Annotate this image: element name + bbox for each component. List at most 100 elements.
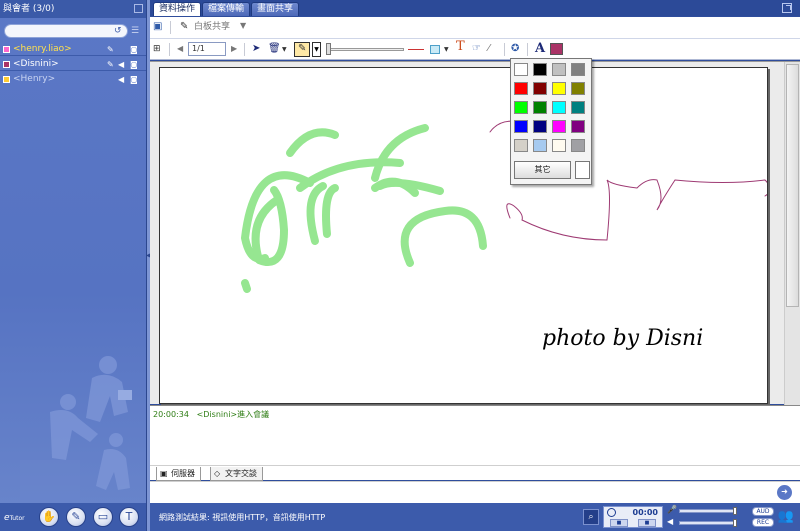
edit-icon[interactable]: ✎ bbox=[107, 43, 114, 57]
participant-search-input[interactable] bbox=[4, 24, 128, 38]
tab-file-transfer[interactable]: 檔案傳輸 bbox=[202, 2, 251, 16]
color-swatch[interactable] bbox=[533, 63, 547, 76]
participant-item[interactable]: <henry.liao> ✎ ◙ bbox=[0, 42, 146, 56]
speaker-icon[interactable]: ◀ bbox=[118, 73, 124, 87]
toolbar-separator bbox=[527, 43, 528, 56]
record-button[interactable]: ■ bbox=[610, 519, 628, 527]
current-color-button[interactable] bbox=[550, 43, 563, 55]
line-color-sample[interactable] bbox=[408, 49, 424, 50]
pen-icon[interactable]: ✎ bbox=[107, 58, 114, 72]
chat-text: <Disnini>進入會議 bbox=[196, 410, 270, 419]
people-illustration bbox=[20, 356, 132, 500]
hand-tool-icon[interactable]: ☞ bbox=[472, 43, 481, 55]
color-swatch[interactable] bbox=[514, 82, 528, 95]
more-colors-button[interactable]: 其它 bbox=[514, 161, 571, 179]
participant-name: <Henry> bbox=[13, 74, 56, 84]
color-swatch[interactable] bbox=[514, 101, 528, 114]
participant-item[interactable]: <Henry> ◀ ◙ bbox=[0, 72, 146, 86]
tab-data-operation[interactable]: 資料操作 bbox=[153, 2, 202, 16]
color-swatch[interactable] bbox=[571, 120, 585, 133]
color-swatch[interactable] bbox=[552, 82, 566, 95]
server-icon: ▣ bbox=[160, 469, 168, 478]
text-tool-icon[interactable]: T bbox=[456, 40, 465, 53]
participant-item[interactable]: <Disnini> ✎ ◀ ◙ bbox=[0, 57, 146, 71]
status-bar: 網路測試結果: 視訊使用HTTP，音訊使用HTTP ⌕ 00:00 ■ ■ 🎤 … bbox=[150, 503, 800, 531]
rec-pill[interactable]: REC bbox=[752, 518, 774, 527]
camera-icon[interactable]: ◙ bbox=[130, 43, 138, 57]
chat-time: 20:00:34 bbox=[153, 410, 189, 419]
pointer-tool-icon[interactable]: ➤ bbox=[252, 43, 260, 55]
shape-dropdown-icon[interactable]: ▼ bbox=[444, 44, 449, 56]
slider-handle[interactable] bbox=[326, 43, 331, 55]
color-swatch[interactable] bbox=[514, 63, 528, 76]
delete-dropdown-icon[interactable]: ▼ bbox=[282, 44, 287, 56]
send-button[interactable]: ➜ bbox=[777, 485, 792, 500]
next-page-icon[interactable]: ▶ bbox=[231, 43, 237, 55]
color-swatch[interactable] bbox=[571, 139, 585, 152]
pen-width-slider[interactable] bbox=[326, 48, 404, 51]
search-icon[interactable]: ⌕ bbox=[583, 509, 599, 525]
pen-icon: ✎ bbox=[298, 43, 307, 54]
delete-icon[interactable]: 🗑 bbox=[268, 43, 281, 55]
color-swatch[interactable] bbox=[514, 120, 528, 133]
color-swatch[interactable] bbox=[533, 120, 547, 133]
microphone-volume-slider[interactable] bbox=[679, 509, 737, 513]
list-menu-icon[interactable]: ☰ bbox=[131, 27, 139, 36]
color-swatch[interactable] bbox=[533, 101, 547, 114]
toolbar-separator bbox=[170, 21, 171, 34]
text-button[interactable]: T bbox=[119, 507, 139, 527]
color-swatch[interactable] bbox=[571, 82, 585, 95]
rectangle-tool-icon[interactable] bbox=[430, 45, 440, 54]
color-swatch[interactable] bbox=[571, 63, 585, 76]
tab-text-chat[interactable]: ◇ 文字交談 bbox=[210, 467, 263, 481]
maximize-icon[interactable] bbox=[782, 3, 792, 13]
pen-tool-button[interactable]: ✎ bbox=[294, 42, 310, 57]
camera-icon[interactable]: ◙ bbox=[130, 58, 138, 72]
camera-icon[interactable]: ◙ bbox=[130, 73, 138, 87]
people-icon[interactable]: 👥 bbox=[778, 509, 794, 524]
chat-input[interactable] bbox=[150, 484, 765, 502]
color-swatch[interactable] bbox=[571, 101, 585, 114]
vertical-scrollbar[interactable] bbox=[784, 62, 800, 405]
pen-dropdown-icon[interactable]: ▼ bbox=[312, 42, 321, 57]
speaker-volume-slider[interactable] bbox=[679, 521, 737, 525]
microphone-volume-knob[interactable] bbox=[733, 507, 737, 515]
text-color-icon[interactable]: A bbox=[535, 41, 545, 56]
main-area: 資料操作 檔案傳輸 畫面共享 ▣ ✎ 白板共享 ▼ ⊞ ◀ 1/1 ▶ ➤ 🗑 … bbox=[150, 0, 800, 531]
tab-screen-share[interactable]: 畫面共享 bbox=[251, 2, 300, 16]
participants-panel: 與會者 (3/0) ↺ ☰ <henry.liao> ✎ ◙ <Disnini>… bbox=[0, 0, 146, 531]
color-swatch[interactable] bbox=[533, 139, 547, 152]
screen-button[interactable]: ▭ bbox=[93, 507, 113, 527]
color-swatch[interactable] bbox=[533, 82, 547, 95]
recording-time: 00:00 bbox=[632, 508, 658, 517]
panel-gripper-icon[interactable] bbox=[134, 4, 143, 13]
panel-toggle-icon[interactable]: ▣ bbox=[153, 21, 162, 33]
dropdown-arrow-icon[interactable]: ▼ bbox=[240, 21, 246, 30]
page-number-field[interactable]: 1/1 bbox=[188, 42, 226, 56]
speaker-volume-knob[interactable] bbox=[733, 519, 737, 527]
eraser-icon[interactable]: ⁄ bbox=[488, 43, 490, 55]
color-swatch[interactable] bbox=[514, 139, 528, 152]
scrollbar-thumb[interactable] bbox=[786, 64, 799, 307]
refresh-icon[interactable]: ↺ bbox=[114, 26, 122, 36]
raise-hand-button[interactable]: ✋ bbox=[39, 507, 59, 527]
whiteboard-share-icon[interactable]: ✎ bbox=[180, 21, 188, 33]
chat-message: 20:00:34 <Disnini>進入會議 bbox=[153, 409, 269, 420]
color-swatch[interactable] bbox=[552, 63, 566, 76]
whiteboard-button[interactable]: ✎ bbox=[66, 507, 86, 527]
color-swatch[interactable] bbox=[552, 120, 566, 133]
prev-page-icon[interactable]: ◀ bbox=[177, 43, 183, 55]
speaker-icon[interactable]: ◀ bbox=[118, 58, 124, 72]
whiteboard-canvas[interactable]: photo by Disni bbox=[159, 67, 768, 404]
new-page-icon[interactable]: ⊞ bbox=[153, 43, 161, 55]
palette-icon[interactable]: ✪ bbox=[511, 43, 519, 55]
speaker-volume: ◀ bbox=[667, 517, 747, 528]
participant-name: <henry.liao> bbox=[13, 44, 72, 54]
color-swatch[interactable] bbox=[552, 101, 566, 114]
drawing-layer bbox=[241, 120, 767, 293]
stop-button[interactable]: ■ bbox=[638, 519, 656, 527]
audio-pill[interactable]: AUD bbox=[752, 507, 774, 516]
tab-server[interactable]: ▣ 伺服器 bbox=[156, 467, 201, 481]
color-swatch[interactable] bbox=[552, 139, 566, 152]
whiteboard-share-label[interactable]: 白板共享 bbox=[194, 21, 230, 34]
